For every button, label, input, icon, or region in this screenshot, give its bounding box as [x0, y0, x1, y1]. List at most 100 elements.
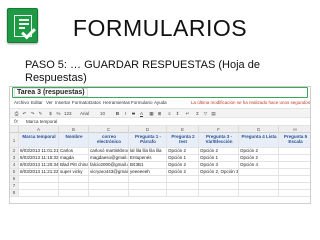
column-header[interactable]: E [167, 126, 199, 133]
valign-icon[interactable]: ⇕ [174, 110, 181, 117]
column-header[interactable]: C [89, 126, 129, 133]
font-size-dropdown[interactable]: 10 [100, 110, 105, 117]
column-header[interactable]: D [129, 126, 167, 133]
header-cell[interactable]: Pregunta 4 Lista [239, 133, 279, 147]
table-cell[interactable]: Opción 2 [167, 162, 199, 168]
undo-icon[interactable]: ↶ [21, 110, 28, 117]
column-header[interactable]: B [59, 126, 89, 133]
column-header[interactable]: A [19, 126, 59, 133]
table-cell[interactable]: Entupenés [129, 155, 167, 161]
table-cell[interactable]: 8/03/2013 11:01:21 [19, 148, 59, 154]
table-cell[interactable] [89, 190, 129, 196]
header-cell[interactable]: Marca temporal [19, 133, 59, 147]
table-cell[interactable]: Opción 1 [167, 155, 199, 161]
row-number[interactable]: 4 [10, 162, 19, 168]
star-icon[interactable]: ☆ [66, 88, 72, 96]
table-cell[interactable] [199, 183, 239, 189]
sum-icon[interactable]: Σ [194, 110, 201, 117]
table-cell[interactable] [89, 183, 129, 189]
filter-icon[interactable]: ▽ [202, 110, 209, 117]
menu-insertar[interactable]: Insertar [55, 100, 70, 105]
select-all-corner[interactable] [10, 126, 19, 133]
row-number[interactable]: 7 [10, 183, 19, 189]
table-cell[interactable]: Opción 4 [239, 162, 279, 168]
menu-archivo[interactable]: Archivo [14, 100, 29, 105]
table-cell[interactable] [129, 176, 167, 182]
row-number[interactable]: 6 [10, 176, 19, 182]
wrap-icon[interactable]: ↵ [184, 110, 191, 117]
fill-color-icon[interactable]: ▦ [148, 110, 155, 117]
table-cell[interactable] [167, 190, 199, 196]
table-cell[interactable] [19, 190, 59, 196]
menu-herramientas[interactable]: Herramientas [103, 100, 130, 105]
text-color-icon[interactable]: A [138, 110, 145, 117]
table-cell[interactable]: Opción 2 [239, 148, 279, 154]
header-cell[interactable]: Pregunta 5 Escala [279, 133, 310, 147]
header-cell[interactable]: Pregunta 3 - Vár/Elección [199, 133, 239, 147]
row-number[interactable]: 8 [10, 190, 19, 196]
table-cell[interactable]: Opción 2 [239, 155, 279, 161]
table-cell[interactable] [279, 169, 310, 175]
table-cell[interactable] [279, 155, 310, 161]
table-cell[interactable] [199, 176, 239, 182]
table-cell[interactable]: falcio2000@gmail.c [89, 162, 129, 168]
table-cell[interactable]: Opción 2 [167, 148, 199, 154]
table-cell[interactable]: Opción 2 [167, 169, 199, 175]
number-format-dropdown[interactable]: 123 [64, 110, 72, 117]
align-icon[interactable]: ≡ [166, 110, 173, 117]
table-cell[interactable]: lal lila lila lila lila [129, 148, 167, 154]
font-dropdown[interactable]: Arial [80, 110, 89, 117]
table-cell[interactable]: 8/03/2013 11:20:34 [19, 162, 59, 168]
strikethrough-icon[interactable]: S [130, 110, 137, 117]
chart-icon[interactable]: ▤ [210, 110, 217, 117]
table-cell[interactable] [199, 190, 239, 196]
menu-datos[interactable]: Datos [89, 100, 101, 105]
table-cell[interactable]: magda [59, 155, 89, 161]
table-cell[interactable]: yeeeeeeh [129, 169, 167, 175]
italic-icon[interactable]: I [122, 110, 129, 117]
percent-button[interactable]: % [55, 110, 62, 117]
document-title[interactable]: Tarea 3 (respuestas) [14, 88, 88, 97]
table-cell[interactable]: magdaeso@gmail.co [89, 155, 129, 161]
menu-formulario[interactable]: Formulario [131, 100, 153, 105]
table-cell[interactable]: Blad Pitt china [59, 162, 89, 168]
table-cell[interactable]: 8/03/2013 11:21:22 [19, 169, 59, 175]
table-cell[interactable] [89, 176, 129, 182]
header-cell[interactable]: Nombre [59, 133, 89, 147]
table-cell[interactable] [129, 183, 167, 189]
table-cell[interactable] [279, 148, 310, 154]
header-cell[interactable]: Pregunta 2 test [167, 133, 199, 147]
table-cell[interactable]: super vicky [59, 169, 89, 175]
menu-formato[interactable]: Formato [72, 100, 89, 105]
header-cell[interactable]: correo electrónico [89, 133, 129, 147]
menu-editar[interactable]: Editar [31, 100, 43, 105]
column-header[interactable]: H [279, 126, 310, 133]
column-header[interactable]: G [239, 126, 279, 133]
currency-button[interactable]: $ [47, 110, 54, 117]
row-number[interactable]: 1 [10, 133, 19, 147]
redo-icon[interactable]: ↷ [29, 110, 36, 117]
table-cell[interactable]: B¢3B1 [129, 162, 167, 168]
table-cell[interactable] [19, 183, 59, 189]
formula-input[interactable]: Marca temporal [26, 119, 57, 124]
row-number[interactable]: 5 [10, 169, 19, 175]
table-cell[interactable]: vicryaro443@gmail.c [89, 169, 129, 175]
row-number[interactable]: 2 [10, 148, 19, 154]
table-cell[interactable] [279, 190, 310, 196]
table-cell[interactable] [59, 176, 89, 182]
table-cell[interactable] [167, 183, 199, 189]
table-cell[interactable] [167, 176, 199, 182]
table-cell[interactable] [279, 162, 310, 168]
table-cell[interactable]: Opción 2, Opción 3 [199, 169, 239, 175]
table-cell[interactable]: carlosó martinkbrocs [89, 148, 129, 154]
table-cell[interactable]: Opción 2 [199, 148, 239, 154]
table-cell[interactable] [239, 183, 279, 189]
table-cell[interactable]: Opción 1 [199, 155, 239, 161]
table-cell[interactable] [239, 169, 279, 175]
bold-icon[interactable]: B [114, 110, 121, 117]
table-cell[interactable] [59, 190, 89, 196]
table-cell[interactable]: Carlos [59, 148, 89, 154]
menu-ver[interactable]: Ver [46, 100, 53, 105]
column-header[interactable]: F [199, 126, 239, 133]
table-cell[interactable]: Opción 3 [199, 162, 239, 168]
